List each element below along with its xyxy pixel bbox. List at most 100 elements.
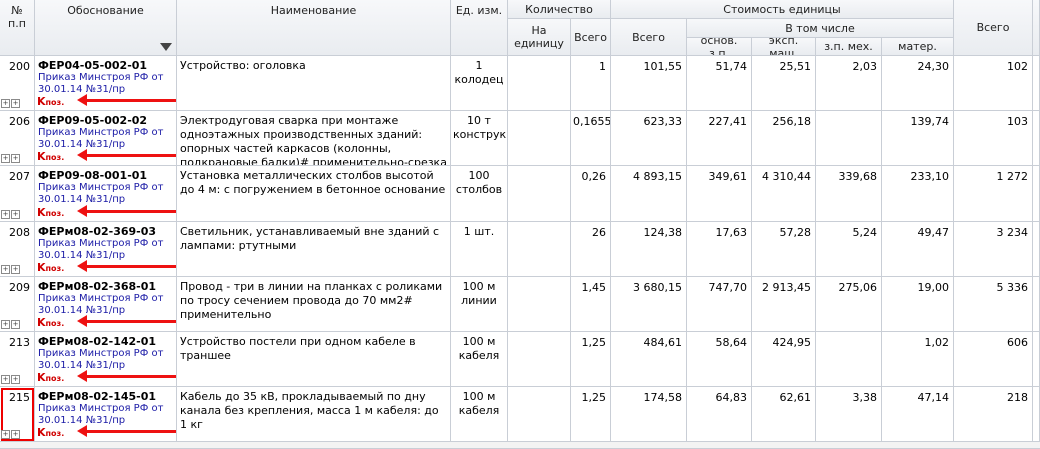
work-name[interactable]: Устройство: оголовка bbox=[177, 56, 451, 111]
expand-plus-icon[interactable]: + bbox=[1, 99, 10, 108]
col-header-qty-per-unit[interactable]: На единицу bbox=[508, 19, 571, 56]
row-number[interactable]: 208 + + bbox=[0, 222, 35, 277]
unit-cost-total[interactable]: 124,38 bbox=[611, 222, 687, 277]
grand-total[interactable]: 3 234 bbox=[954, 222, 1033, 277]
expand-plus-icon-2[interactable]: + bbox=[11, 154, 20, 163]
expand-plus-icon[interactable]: + bbox=[1, 210, 10, 219]
col-header-machine[interactable]: эксп. маш. bbox=[752, 38, 816, 56]
expand-plus-icon-2[interactable]: + bbox=[11, 375, 20, 384]
expand-plus-icon[interactable]: + bbox=[1, 320, 10, 329]
expand-plus-icon[interactable]: + bbox=[1, 375, 10, 384]
unit-measure[interactable]: 10 т конструкций bbox=[451, 111, 508, 166]
qty-total[interactable]: 1,25 bbox=[571, 387, 611, 442]
k-poz-label[interactable]: Kпоз. bbox=[37, 426, 64, 439]
col-header-base-wage[interactable]: основ. з.п. bbox=[687, 38, 752, 56]
basis-cell[interactable]: ФЕРм08-02-145-01 Приказ Минстроя РФ от 30… bbox=[35, 387, 177, 442]
qty-total[interactable]: 1,45 bbox=[571, 277, 611, 332]
machine-cost[interactable]: 25,51 bbox=[752, 56, 816, 111]
grand-total[interactable]: 218 bbox=[954, 387, 1033, 442]
basis-order-link[interactable]: Приказ Минстроя РФ от 30.01.14 №31/пр bbox=[38, 182, 174, 206]
row-number[interactable]: 209 + + bbox=[0, 277, 35, 332]
k-poz-label[interactable]: Kпоз. bbox=[37, 150, 64, 163]
k-poz-label[interactable]: Kпоз. bbox=[37, 261, 64, 274]
base-wage[interactable]: 227,41 bbox=[687, 111, 752, 166]
qty-per-unit[interactable] bbox=[508, 166, 571, 222]
row-number[interactable]: 213 + + bbox=[0, 332, 35, 387]
material-cost[interactable]: 47,14 bbox=[882, 387, 954, 442]
work-name[interactable]: Установка металлических столбов высотой … bbox=[177, 166, 451, 222]
unit-cost-total[interactable]: 484,61 bbox=[611, 332, 687, 387]
material-cost[interactable]: 139,74 bbox=[882, 111, 954, 166]
mech-wage[interactable]: 2,03 bbox=[816, 56, 882, 111]
unit-measure[interactable]: 100 м линии bbox=[451, 277, 508, 332]
machine-cost[interactable]: 424,95 bbox=[752, 332, 816, 387]
base-wage[interactable]: 51,74 bbox=[687, 56, 752, 111]
col-header-name[interactable]: Наименование bbox=[177, 0, 451, 56]
col-header-mech-wage[interactable]: з.п. мех. bbox=[816, 38, 882, 56]
qty-per-unit[interactable] bbox=[508, 277, 571, 332]
work-name[interactable]: Кабель до 35 кВ, прокладываемый по дну к… bbox=[177, 387, 451, 442]
basis-order-link[interactable]: Приказ Минстроя РФ от 30.01.14 №31/пр bbox=[38, 403, 174, 427]
col-header-including[interactable]: В том числе bbox=[687, 19, 954, 38]
grand-total[interactable]: 1 272 bbox=[954, 166, 1033, 222]
base-wage[interactable]: 349,61 bbox=[687, 166, 752, 222]
row-number[interactable]: 207 + + bbox=[0, 166, 35, 222]
basis-cell[interactable]: ФЕР09-08-001-01 Приказ Минстроя РФ от 30.… bbox=[35, 166, 177, 222]
work-name[interactable]: Электродуговая сварка при монтаже одноэт… bbox=[177, 111, 451, 166]
qty-total[interactable]: 0,1655 bbox=[571, 111, 611, 166]
k-poz-label[interactable]: Kпоз. bbox=[37, 371, 64, 384]
k-poz-label[interactable]: Kпоз. bbox=[37, 316, 64, 329]
machine-cost[interactable]: 4 310,44 bbox=[752, 166, 816, 222]
expand-plus-icon[interactable]: + bbox=[1, 154, 10, 163]
unit-cost-total[interactable]: 101,55 bbox=[611, 56, 687, 111]
basis-order-link[interactable]: Приказ Минстроя РФ от 30.01.14 №31/пр bbox=[38, 348, 174, 372]
unit-measure[interactable]: 100 столбов bbox=[451, 166, 508, 222]
qty-per-unit[interactable] bbox=[508, 332, 571, 387]
base-wage[interactable]: 747,70 bbox=[687, 277, 752, 332]
machine-cost[interactable]: 62,61 bbox=[752, 387, 816, 442]
qty-total[interactable]: 26 bbox=[571, 222, 611, 277]
mech-wage[interactable]: 3,38 bbox=[816, 387, 882, 442]
basis-order-link[interactable]: Приказ Минстроя РФ от 30.01.14 №31/пр bbox=[38, 72, 174, 96]
mech-wage[interactable]: 339,68 bbox=[816, 166, 882, 222]
material-cost[interactable]: 49,47 bbox=[882, 222, 954, 277]
unit-measure[interactable]: 1 колодец bbox=[451, 56, 508, 111]
work-name[interactable]: Светильник, устанавливаемый вне зданий с… bbox=[177, 222, 451, 277]
grand-total[interactable]: 103 bbox=[954, 111, 1033, 166]
base-wage[interactable]: 58,64 bbox=[687, 332, 752, 387]
col-header-grand-total[interactable]: Всего bbox=[954, 0, 1033, 56]
col-header-qty-total[interactable]: Всего bbox=[571, 19, 611, 56]
grand-total[interactable]: 102 bbox=[954, 56, 1033, 111]
k-poz-label[interactable]: Kпоз. bbox=[37, 95, 64, 108]
col-header-material[interactable]: матер. bbox=[882, 38, 954, 56]
basis-cell[interactable]: ФЕРм08-02-142-01 Приказ Минстроя РФ от 30… bbox=[35, 332, 177, 387]
k-poz-label[interactable]: Kпоз. bbox=[37, 206, 64, 219]
unit-cost-total[interactable]: 4 893,15 bbox=[611, 166, 687, 222]
qty-total[interactable]: 1,25 bbox=[571, 332, 611, 387]
col-header-basis[interactable]: Обоснование bbox=[35, 0, 177, 56]
col-header-unit-cost[interactable]: Стоимость единицы bbox=[611, 0, 954, 19]
unit-measure[interactable]: 100 м кабеля bbox=[451, 387, 508, 442]
basis-order-link[interactable]: Приказ Минстроя РФ от 30.01.14 №31/пр bbox=[38, 238, 174, 262]
base-wage[interactable]: 17,63 bbox=[687, 222, 752, 277]
expand-plus-icon[interactable]: + bbox=[1, 265, 10, 274]
col-header-uc-total[interactable]: Всего bbox=[611, 19, 687, 56]
unit-cost-total[interactable]: 623,33 bbox=[611, 111, 687, 166]
unit-cost-total[interactable]: 3 680,15 bbox=[611, 277, 687, 332]
expand-plus-icon-2[interactable]: + bbox=[11, 430, 20, 439]
qty-per-unit[interactable] bbox=[508, 56, 571, 111]
col-header-unit[interactable]: Ед. изм. bbox=[451, 0, 508, 56]
expand-plus-icon-2[interactable]: + bbox=[11, 210, 20, 219]
material-cost[interactable]: 233,10 bbox=[882, 166, 954, 222]
row-number[interactable]: 200 + + bbox=[0, 56, 35, 111]
col-header-qty[interactable]: Количество bbox=[508, 0, 611, 19]
grand-total[interactable]: 5 336 bbox=[954, 277, 1033, 332]
unit-measure[interactable]: 100 м кабеля bbox=[451, 332, 508, 387]
expand-plus-icon-2[interactable]: + bbox=[11, 320, 20, 329]
mech-wage[interactable]: 275,06 bbox=[816, 277, 882, 332]
basis-cell[interactable]: ФЕР09-05-002-02 Приказ Минстроя РФ от 30.… bbox=[35, 111, 177, 166]
material-cost[interactable]: 19,00 bbox=[882, 277, 954, 332]
machine-cost[interactable]: 2 913,45 bbox=[752, 277, 816, 332]
grand-total[interactable]: 606 bbox=[954, 332, 1033, 387]
expand-plus-icon-2[interactable]: + bbox=[11, 99, 20, 108]
